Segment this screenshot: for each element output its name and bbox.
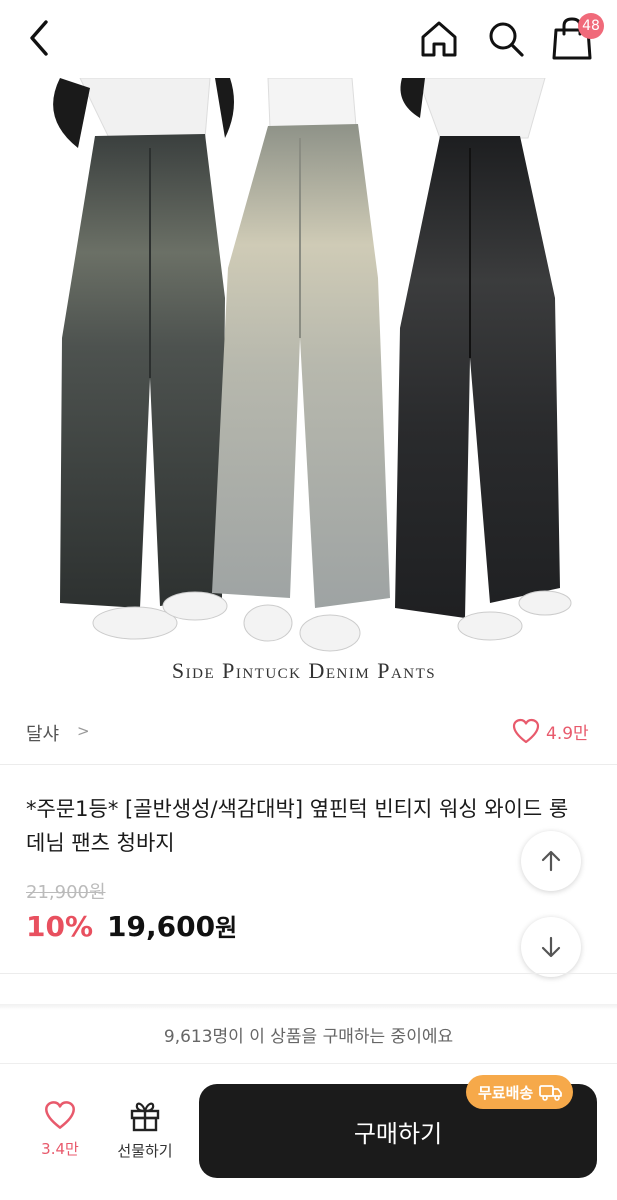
search-icon [489, 22, 524, 57]
arrow-up-icon [541, 850, 561, 872]
gift-label: 선물하기 [117, 1142, 173, 1160]
truck-icon [539, 1085, 563, 1101]
discount-rate: 10% [26, 910, 94, 943]
divider [0, 973, 617, 974]
brand-name-link[interactable]: 달샤 [26, 720, 59, 746]
like-count: 3.4만 [41, 1140, 79, 1158]
heart-icon [45, 1101, 75, 1129]
hero-caption: Side Pintuck Denim Pants [172, 658, 436, 683]
brand-like-button[interactable]: 4.9만 [512, 716, 589, 746]
brand-row: 달샤 > 4.9만 [0, 700, 617, 764]
chevron-left-icon [30, 20, 48, 56]
product-title: *주문1등* [골반생성/색감대박] 옆핀턱 빈티지 워싱 와이드 롱 데님 팬… [26, 797, 569, 855]
home-button[interactable] [418, 18, 460, 60]
original-price: 21,900원 [26, 882, 106, 903]
brand-like-count: 4.9만 [546, 723, 589, 744]
gift-button[interactable]: 선물하기 [106, 1100, 184, 1170]
chevron-right-icon: > [77, 722, 90, 740]
bottom-action-bar: 3.4만 선물하기 구매하기 무료배송 [0, 1064, 617, 1200]
product-image[interactable]: Side Pintuck Denim Pants [0, 78, 617, 700]
arrow-down-icon [541, 936, 561, 958]
free-shipping-badge: 무료배송 [466, 1075, 574, 1109]
gift-icon [130, 1102, 160, 1132]
sale-price: 19,600 [107, 910, 216, 943]
price-row: 10% 19,600 원 [26, 908, 237, 943]
buyers-count-notice: 9,613명이 이 상품을 구매하는 중이에요 [0, 1010, 617, 1064]
heart-icon [512, 718, 540, 744]
like-button[interactable]: 3.4만 [26, 1100, 94, 1170]
back-button[interactable] [22, 18, 58, 58]
top-navigation-bar: 48 [0, 0, 617, 78]
scroll-up-button[interactable] [521, 831, 581, 891]
home-icon [421, 21, 457, 57]
currency-label: 원 [215, 914, 238, 942]
scroll-down-button[interactable] [521, 917, 581, 977]
free-shipping-label: 무료배송 [478, 1083, 534, 1102]
cart-count-badge: 48 [578, 13, 604, 39]
divider [0, 764, 617, 765]
search-button[interactable] [485, 18, 527, 60]
